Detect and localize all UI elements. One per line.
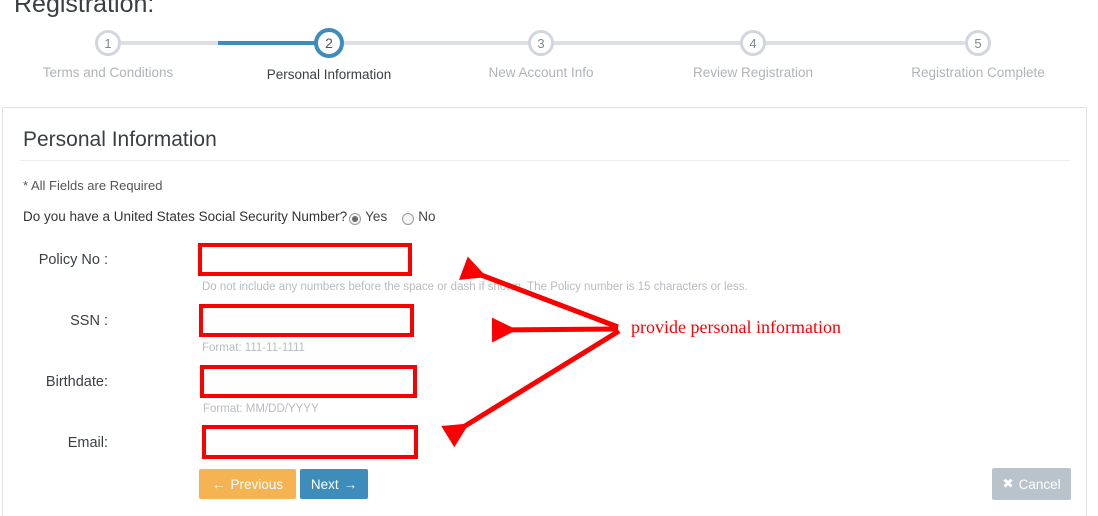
ssn-input-wrapper[interactable] <box>199 304 414 337</box>
email-label: Email: <box>67 435 108 451</box>
ssn-radio-yes[interactable] <box>349 212 362 225</box>
birthdate-label: Birthdate: <box>45 374 108 390</box>
policy-no-input[interactable] <box>202 247 408 272</box>
stepper-step-1[interactable]: 1 Terms and Conditions <box>18 30 198 80</box>
next-button[interactable]: Next → <box>300 469 368 499</box>
previous-button-label: Previous <box>230 476 284 492</box>
ssn-label: SSN : <box>70 313 108 329</box>
page-title: Registration: <box>14 0 155 18</box>
stepper-step-5-number: 5 <box>965 30 991 56</box>
ssn-hint: Format: 111-11-1111 <box>202 342 305 354</box>
registration-stepper: 1 Terms and Conditions 2 Personal Inform… <box>0 28 1098 100</box>
ssn-radio-no-label: No <box>418 209 436 224</box>
ssn-question-label: Do you have a United States Social Secur… <box>23 209 348 224</box>
cancel-button-label: Cancel <box>1018 476 1061 492</box>
email-input[interactable] <box>206 429 414 455</box>
personal-information-panel: Personal Information * All Fields are Re… <box>2 107 1087 516</box>
policy-no-hint: Do not include any numbers before the sp… <box>202 281 748 293</box>
required-fields-note: * All Fields are Required <box>23 178 163 193</box>
close-x-icon: ✖ <box>1002 476 1014 491</box>
cancel-button[interactable]: ✖ Cancel <box>992 468 1071 500</box>
stepper-step-3[interactable]: 3 New Account Info <box>451 30 631 80</box>
stepper-step-1-number: 1 <box>95 30 121 56</box>
stepper-step-4-number: 4 <box>740 30 766 56</box>
ssn-radio-no[interactable] <box>402 212 415 225</box>
stepper-connector-3-4 <box>552 41 742 45</box>
birthdate-input-wrapper[interactable] <box>200 365 417 398</box>
stepper-connector-2-3-gray <box>336 41 531 45</box>
panel-title: Personal Information <box>23 128 217 151</box>
arrow-left-icon: ← <box>211 476 226 492</box>
policy-no-input-wrapper[interactable] <box>198 243 412 276</box>
next-button-label: Next <box>310 476 339 492</box>
stepper-connector-4-5 <box>765 41 965 45</box>
page-root: Registration: 1 Terms and Conditions 2 P… <box>0 0 1098 516</box>
policy-no-label: Policy No : <box>38 252 108 268</box>
birthdate-hint: Format: MM/DD/YYYY <box>203 403 319 415</box>
stepper-step-5-label: Registration Complete <box>911 65 1045 80</box>
ssn-radio-yes-label: Yes <box>365 209 388 224</box>
email-input-wrapper[interactable] <box>202 425 418 459</box>
stepper-step-2-label: Personal Information <box>266 67 392 82</box>
panel-divider <box>20 160 1071 161</box>
annotation-label: provide personal information <box>631 317 841 337</box>
previous-button[interactable]: ← Previous <box>199 469 296 499</box>
stepper-step-3-label: New Account Info <box>488 65 594 80</box>
stepper-step-1-label: Terms and Conditions <box>42 65 174 80</box>
stepper-step-3-number: 3 <box>528 30 554 56</box>
arrow-right-icon: → <box>343 476 358 492</box>
stepper-step-4-label: Review Registration <box>692 65 814 80</box>
ssn-input[interactable] <box>203 308 410 333</box>
ssn-question-row: Do you have a United States Social Secur… <box>23 209 448 225</box>
birthdate-input[interactable] <box>204 369 413 394</box>
stepper-step-2[interactable]: 2 Personal Information <box>239 28 419 82</box>
stepper-step-2-number: 2 <box>314 28 344 58</box>
stepper-step-5[interactable]: 5 Registration Complete <box>888 30 1068 80</box>
stepper-step-4[interactable]: 4 Review Registration <box>663 30 843 80</box>
